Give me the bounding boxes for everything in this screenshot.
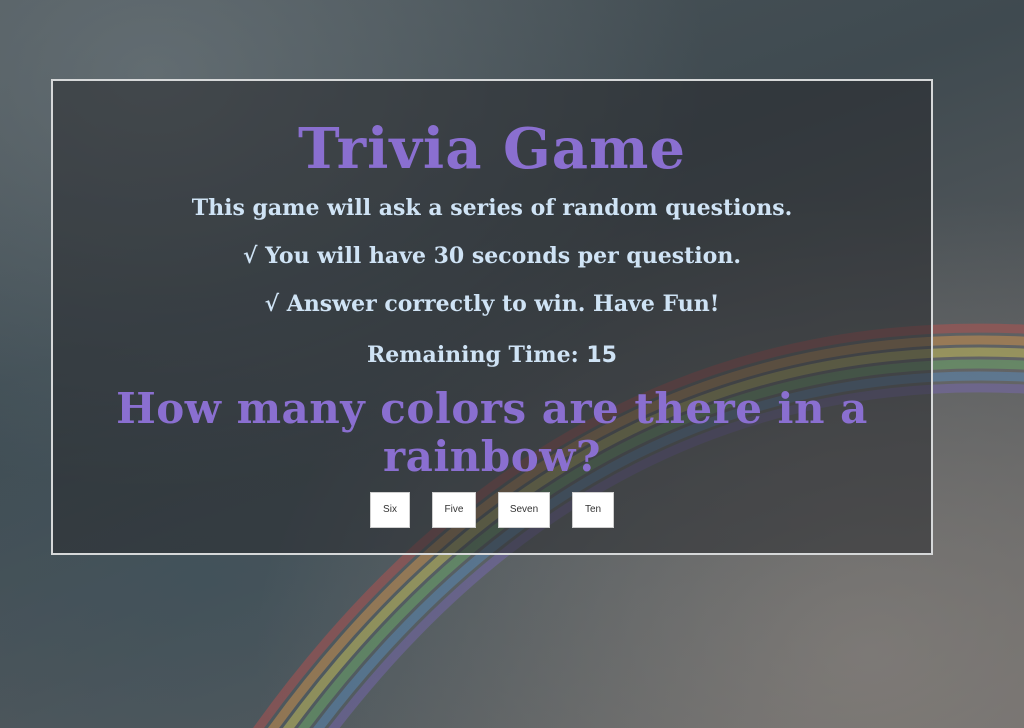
answer-button-seven[interactable]: Seven (498, 491, 550, 528)
remaining-time-value: 15 (586, 342, 617, 368)
intro-text: This game will ask a series of random qu… (191, 194, 793, 221)
question-text: How many colors are there in a rainbow? (116, 384, 868, 482)
answer-options: Six Five Seven Ten (53, 491, 931, 528)
trivia-panel: Trivia Game This game will ask a series … (51, 79, 933, 555)
remaining-time-label: Remaining Time: (367, 341, 587, 368)
answer-button-five[interactable]: Five (432, 491, 476, 528)
remaining-time: Remaining Time: 15 (53, 342, 931, 369)
rule-time-limit: √ You will have 30 seconds per question. (243, 242, 741, 269)
page-title: Trivia Game (298, 116, 686, 182)
answer-button-six[interactable]: Six (370, 491, 410, 528)
answer-button-ten[interactable]: Ten (572, 491, 614, 528)
rule-answer-correctly: √ Answer correctly to win. Have Fun! (264, 291, 720, 318)
